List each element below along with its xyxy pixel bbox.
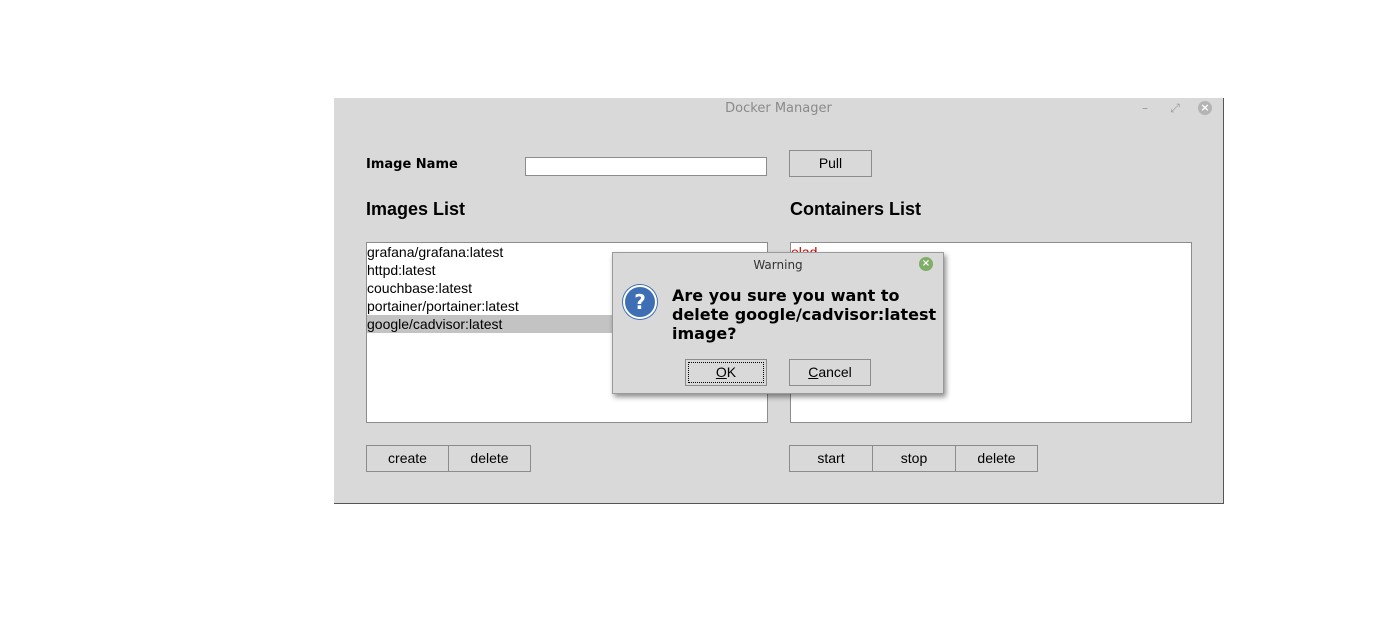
ok-mnemonic: O [715, 364, 727, 380]
minimize-icon[interactable]: – [1137, 100, 1153, 116]
create-button[interactable]: create [366, 445, 449, 472]
dialog-title: Warning [753, 258, 803, 272]
question-icon: ? [623, 285, 657, 319]
cancel-button[interactable]: Cancel [789, 359, 871, 386]
delete-image-button[interactable]: delete [448, 445, 531, 472]
warning-dialog: Warning × ? Are you sure you want to del… [612, 252, 944, 394]
cancel-mnemonic: C [808, 364, 819, 380]
dialog-close-icon[interactable]: × [919, 257, 933, 271]
image-name-input[interactable] [525, 157, 767, 176]
images-list-heading: Images List [366, 199, 466, 219]
delete-container-button[interactable]: delete [955, 445, 1038, 472]
ok-label-rest: K [726, 364, 737, 380]
ok-button[interactable]: OK [685, 359, 767, 386]
image-name-label: Image Name [366, 157, 458, 172]
title-bar[interactable]: Docker Manager – ⤢ × [334, 98, 1223, 120]
dialog-message: Are you sure you want to delete google/c… [672, 286, 937, 343]
cancel-label-rest: ancel [818, 364, 852, 380]
maximize-icon[interactable]: ⤢ [1167, 100, 1183, 116]
containers-list-heading: Containers List [790, 199, 922, 219]
start-button[interactable]: start [789, 445, 873, 472]
close-icon[interactable]: × [1198, 101, 1212, 115]
window-title: Docker Manager [725, 101, 832, 116]
pull-button[interactable]: Pull [789, 150, 872, 177]
stop-button[interactable]: stop [872, 445, 956, 472]
